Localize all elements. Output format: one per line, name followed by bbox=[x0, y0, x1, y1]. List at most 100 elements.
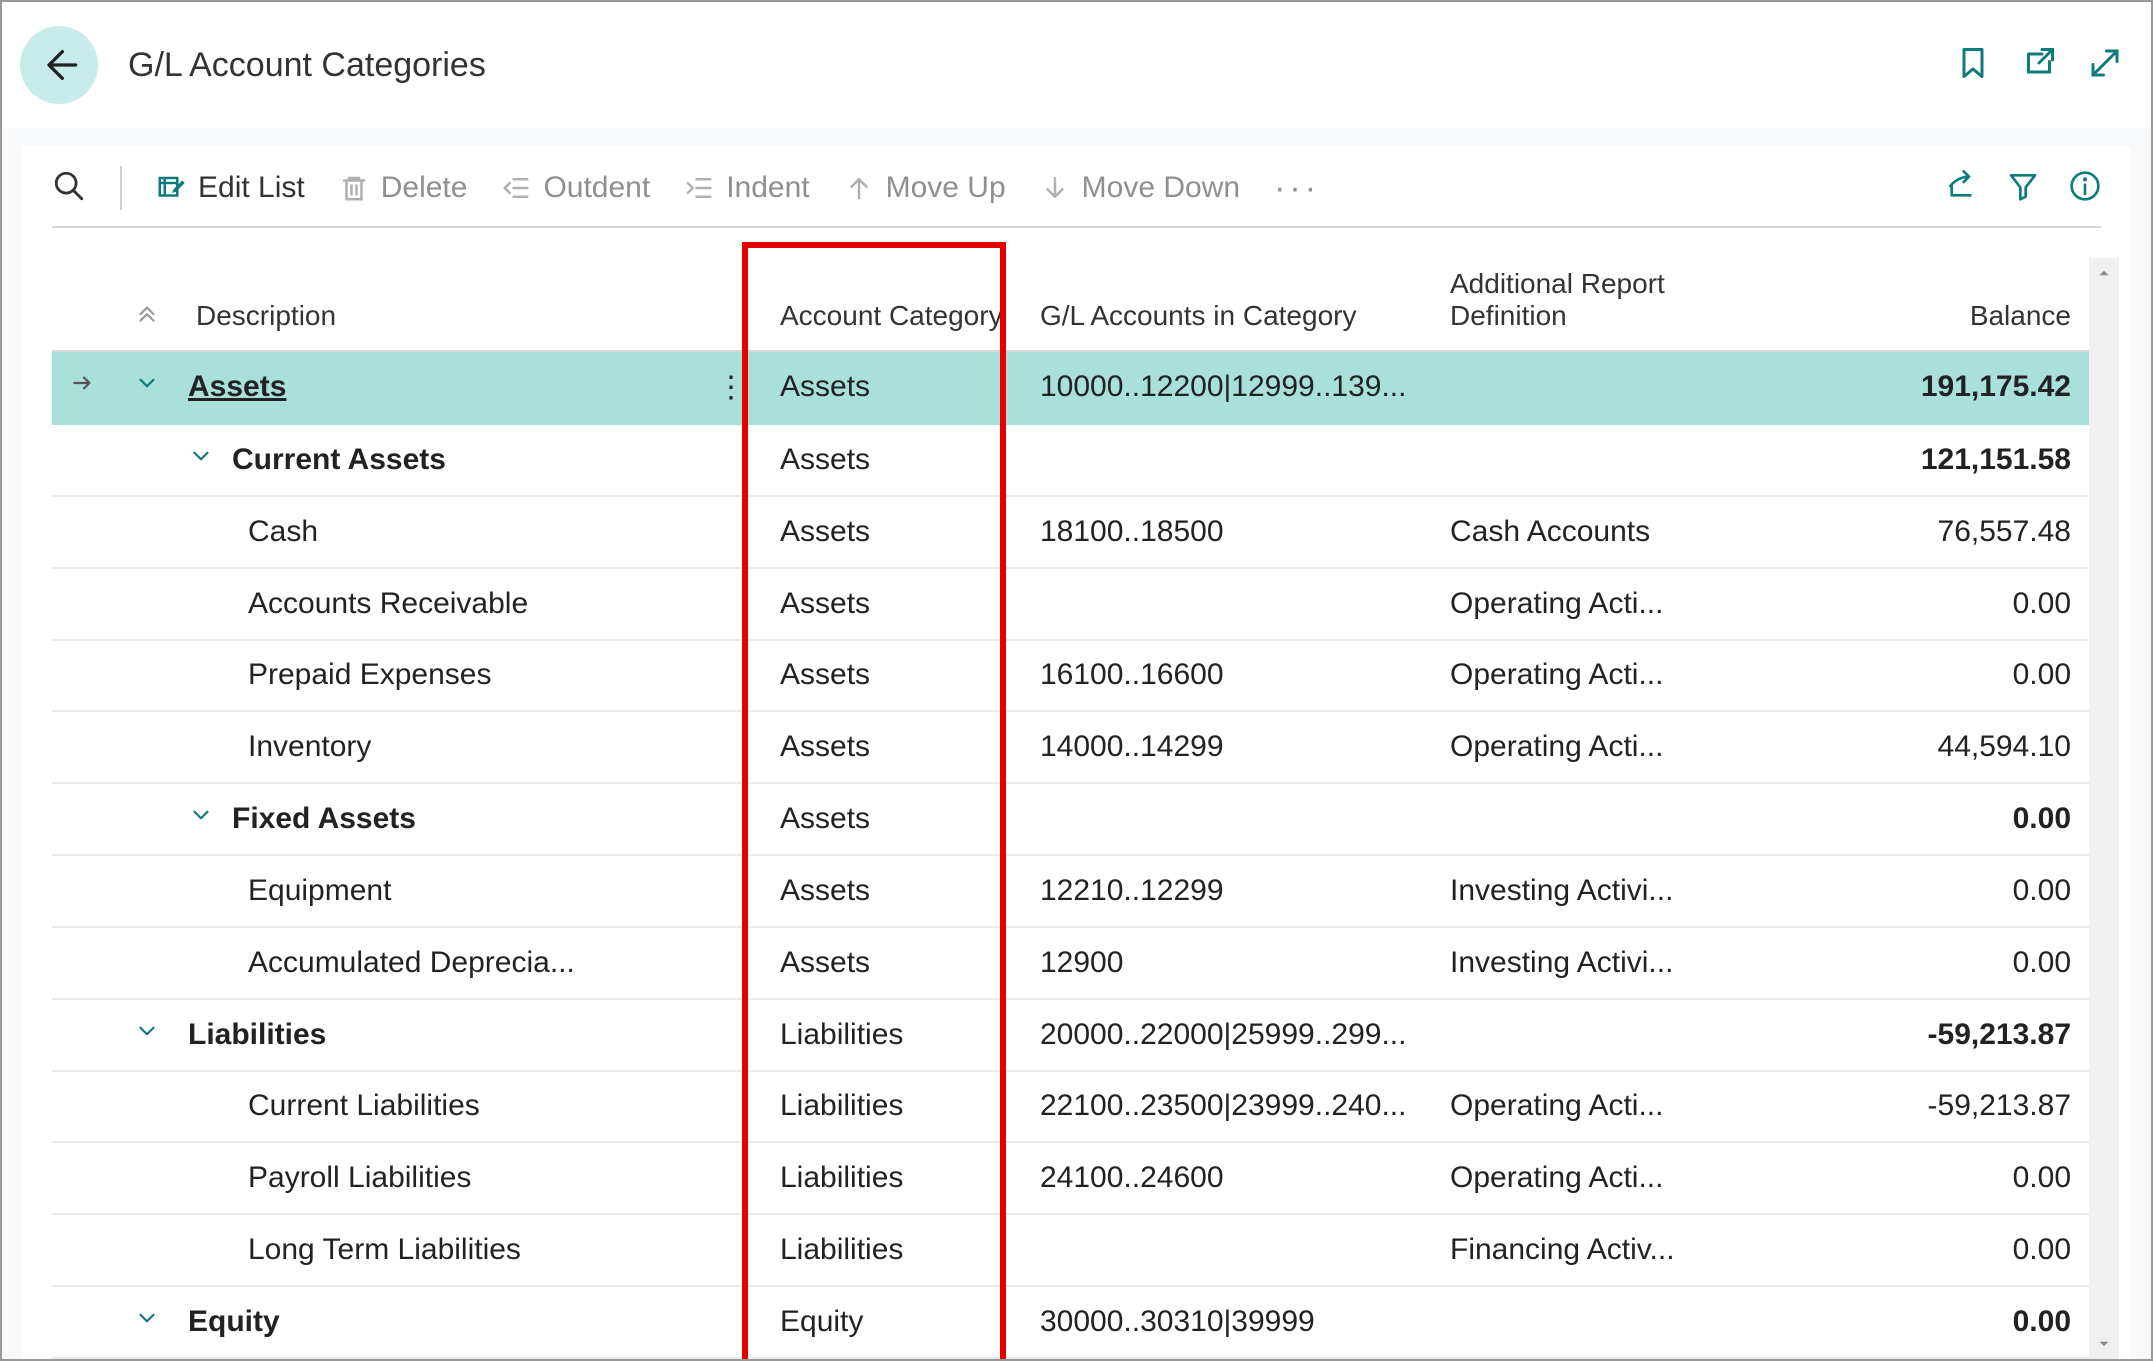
cell-account-category[interactable]: Assets bbox=[762, 424, 1022, 496]
cell-account-category[interactable]: Liabilities bbox=[762, 1071, 1022, 1143]
cell-description[interactable]: Cash bbox=[178, 496, 698, 568]
cell-balance[interactable]: 76,557.48 bbox=[1712, 496, 2089, 568]
popout-button[interactable] bbox=[2021, 45, 2057, 86]
cell-report-definition[interactable]: Operating Acti... bbox=[1432, 1142, 1712, 1214]
cell-description[interactable]: Prepaid Expenses bbox=[178, 640, 698, 712]
cell-report-definition[interactable] bbox=[1432, 351, 1712, 424]
cell-description[interactable]: Current Assets bbox=[178, 424, 698, 496]
move-up-button[interactable]: Move Up bbox=[844, 171, 1006, 205]
bookmark-button[interactable] bbox=[1955, 45, 1991, 86]
table-row[interactable]: LiabilitiesLiabilities20000..22000|25999… bbox=[52, 999, 2089, 1071]
expand-toggle[interactable] bbox=[116, 999, 178, 1071]
table-row[interactable]: Current Assets Assets 121,151.58 bbox=[52, 424, 2089, 496]
scroll-up-button[interactable] bbox=[2089, 258, 2119, 288]
cell-gl-accounts[interactable] bbox=[1022, 568, 1432, 640]
cell-gl-accounts[interactable]: 30000..30310|39999 bbox=[1022, 1286, 1432, 1358]
cell-report-definition[interactable] bbox=[1432, 424, 1712, 496]
col-description[interactable]: Description bbox=[178, 258, 698, 351]
cell-account-category[interactable]: Assets bbox=[762, 496, 1022, 568]
cell-gl-accounts[interactable]: 10000..12200|12999..139... bbox=[1022, 351, 1432, 424]
back-button[interactable] bbox=[20, 26, 98, 104]
table-row[interactable]: Accumulated Deprecia...Assets12900Invest… bbox=[52, 927, 2089, 999]
cell-description[interactable]: Inventory bbox=[178, 711, 698, 783]
col-report-def[interactable]: Additional Report Definition bbox=[1432, 258, 1712, 351]
col-account-category[interactable]: Account Category bbox=[762, 258, 1022, 351]
cell-report-definition[interactable]: Investing Activi... bbox=[1432, 855, 1712, 927]
more-actions-button[interactable]: ··· bbox=[1274, 169, 1320, 208]
scroll-down-button[interactable] bbox=[2089, 1329, 2119, 1359]
cell-report-definition[interactable] bbox=[1432, 999, 1712, 1071]
cell-account-category[interactable]: Assets bbox=[762, 855, 1022, 927]
outdent-button[interactable]: Outdent bbox=[501, 171, 650, 205]
cell-report-definition[interactable]: Financing Activ... bbox=[1432, 1214, 1712, 1286]
cell-balance[interactable]: 0.00 bbox=[1712, 568, 2089, 640]
cell-description[interactable]: Equity bbox=[178, 1286, 698, 1358]
cell-description[interactable]: Liabilities bbox=[178, 999, 698, 1071]
table-row[interactable]: InventoryAssets14000..14299Operating Act… bbox=[52, 711, 2089, 783]
cell-gl-accounts[interactable]: 16100..16600 bbox=[1022, 640, 1432, 712]
cell-balance[interactable]: 0.00 bbox=[1712, 855, 2089, 927]
table-row[interactable]: Equipment Assets12210..12299Investing Act… bbox=[52, 855, 2089, 927]
cell-account-category[interactable]: Assets bbox=[762, 351, 1022, 424]
cell-balance[interactable]: 191,175.42 bbox=[1712, 351, 2089, 424]
cell-account-category[interactable]: Liabilities bbox=[762, 999, 1022, 1071]
cell-account-category[interactable]: Assets bbox=[762, 711, 1022, 783]
cell-account-category[interactable]: Assets bbox=[762, 640, 1022, 712]
filter-button[interactable] bbox=[2007, 170, 2039, 207]
expand-toggle[interactable] bbox=[188, 443, 214, 477]
table-row[interactable]: EquityEquity30000..30310|399990.00 bbox=[52, 1286, 2089, 1358]
cell-report-definition[interactable]: Investing Activi... bbox=[1432, 927, 1712, 999]
info-button[interactable] bbox=[2069, 170, 2101, 207]
expand-toggle[interactable] bbox=[116, 351, 178, 424]
cell-balance[interactable]: 0.00 bbox=[1712, 1214, 2089, 1286]
cell-description[interactable]: Current Liabilities bbox=[178, 1071, 698, 1143]
scroll-track[interactable] bbox=[2089, 288, 2119, 1329]
cell-description[interactable]: Accumulated Deprecia... bbox=[178, 927, 698, 999]
cell-description[interactable]: Payroll Liabilities bbox=[178, 1142, 698, 1214]
cell-gl-accounts[interactable] bbox=[1022, 783, 1432, 855]
expand-toggle[interactable] bbox=[188, 802, 214, 836]
table-row[interactable]: Prepaid Expenses Assets16100..16600Operat… bbox=[52, 640, 2089, 712]
cell-gl-accounts[interactable]: 14000..14299 bbox=[1022, 711, 1432, 783]
cell-balance[interactable]: 44,594.10 bbox=[1712, 711, 2089, 783]
table-row[interactable]: Fixed AssetsAssets0.00 bbox=[52, 783, 2089, 855]
cell-account-category[interactable]: Liabilities bbox=[762, 1142, 1022, 1214]
cell-report-definition[interactable]: Operating Acti... bbox=[1432, 640, 1712, 712]
table-row[interactable]: Payroll Liabilities Liabilities24100..246… bbox=[52, 1142, 2089, 1214]
cell-report-definition[interactable]: Cash Accounts bbox=[1432, 496, 1712, 568]
cell-balance[interactable]: 0.00 bbox=[1712, 640, 2089, 712]
edit-list-button[interactable]: Edit List bbox=[156, 171, 305, 205]
col-gl-accounts[interactable]: G/L Accounts in Category bbox=[1022, 258, 1432, 351]
expand-button[interactable] bbox=[2087, 45, 2123, 86]
share-button[interactable] bbox=[1945, 170, 1977, 207]
table-row[interactable]: Accounts ReceivableAssetsOperating Acti.… bbox=[52, 568, 2089, 640]
indent-button[interactable]: Indent bbox=[684, 171, 809, 205]
cell-description[interactable]: Equipment bbox=[178, 855, 698, 927]
table-row[interactable]: Long Term Liabilities Liabilities Financin… bbox=[52, 1214, 2089, 1286]
col-balance[interactable]: Balance bbox=[1712, 258, 2089, 351]
cell-description[interactable]: Long Term Liabilities bbox=[178, 1214, 698, 1286]
vertical-scrollbar[interactable] bbox=[2089, 258, 2119, 1359]
cell-gl-accounts[interactable]: 20000..22000|25999..299... bbox=[1022, 999, 1432, 1071]
cell-report-definition[interactable] bbox=[1432, 783, 1712, 855]
cell-balance[interactable]: 121,151.58 bbox=[1712, 424, 2089, 496]
cell-balance[interactable]: -59,213.87 bbox=[1712, 999, 2089, 1071]
cell-report-definition[interactable] bbox=[1432, 1286, 1712, 1358]
cell-report-definition[interactable]: Operating Acti... bbox=[1432, 1071, 1712, 1143]
collapse-all-button[interactable] bbox=[116, 258, 178, 351]
cell-gl-accounts[interactable]: 18100..18500 bbox=[1022, 496, 1432, 568]
cell-account-category[interactable]: Assets bbox=[762, 927, 1022, 999]
cell-gl-accounts[interactable] bbox=[1022, 424, 1432, 496]
cell-description[interactable]: Accounts Receivable bbox=[178, 568, 698, 640]
cell-balance[interactable]: 0.00 bbox=[1712, 927, 2089, 999]
table-row[interactable]: Current Liabilities Liabilities22100..235… bbox=[52, 1071, 2089, 1143]
cell-gl-accounts[interactable]: 12210..12299 bbox=[1022, 855, 1432, 927]
cell-balance[interactable]: 0.00 bbox=[1712, 783, 2089, 855]
cell-gl-accounts[interactable]: 22100..23500|23999..240... bbox=[1022, 1071, 1432, 1143]
search-button[interactable] bbox=[52, 169, 86, 208]
cell-balance[interactable]: 0.00 bbox=[1712, 1142, 2089, 1214]
move-down-button[interactable]: Move Down bbox=[1040, 171, 1240, 205]
cell-description[interactable]: Assets bbox=[178, 351, 698, 424]
cell-gl-accounts[interactable]: 24100..24600 bbox=[1022, 1142, 1432, 1214]
cell-account-category[interactable]: Liabilities bbox=[762, 1214, 1022, 1286]
